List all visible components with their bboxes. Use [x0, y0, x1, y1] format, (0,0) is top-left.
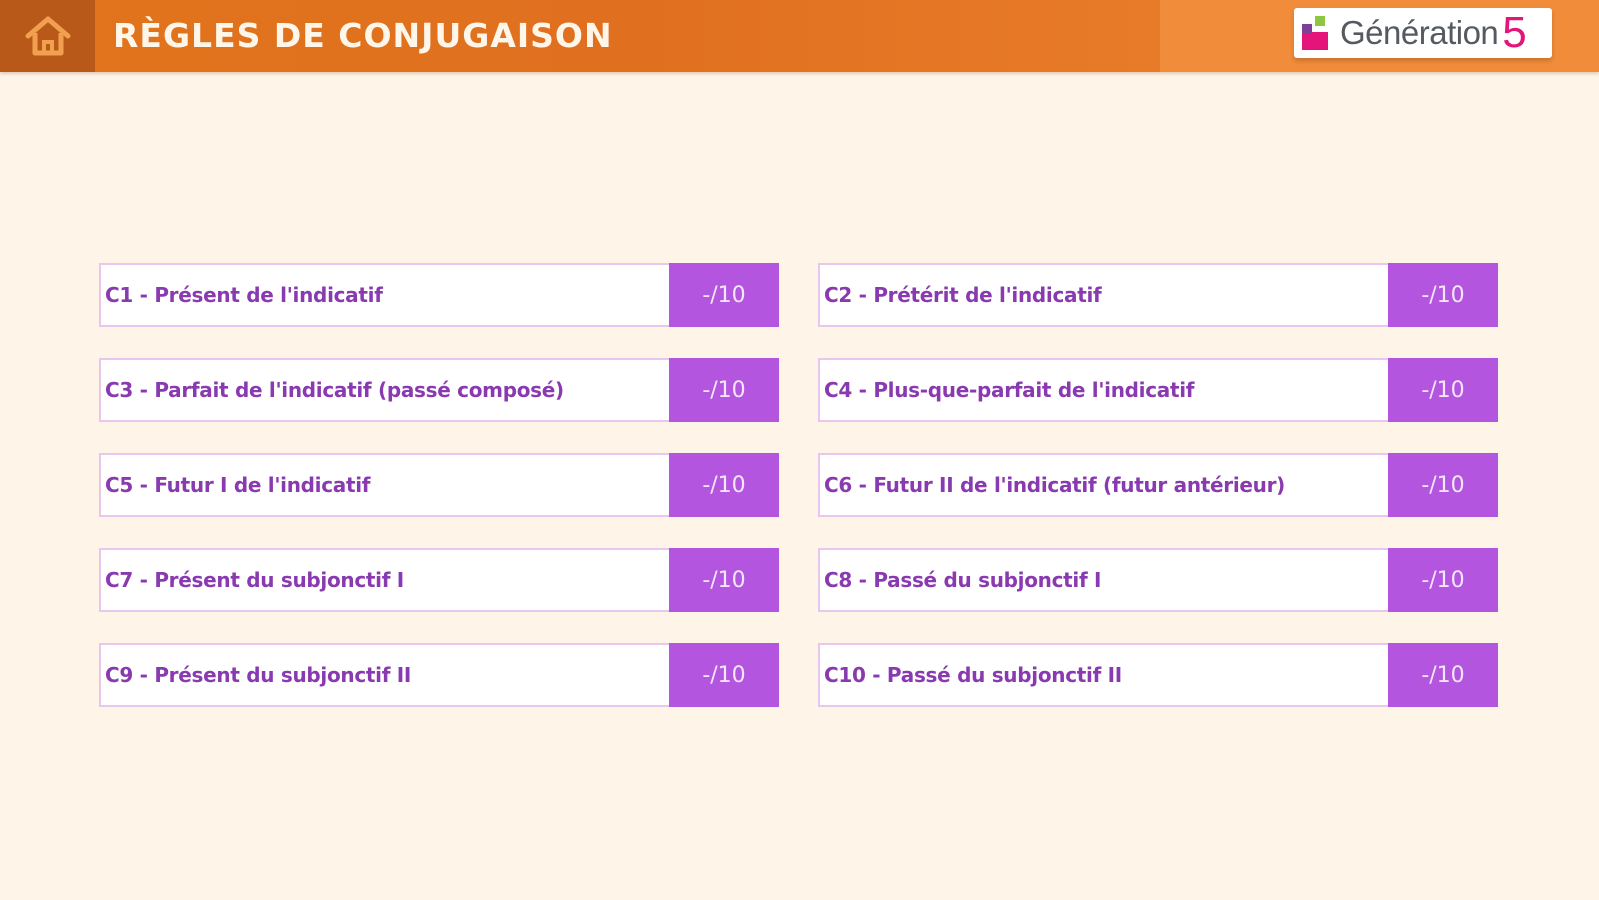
score-badge: -/10 [1388, 358, 1498, 422]
rule-item-c8[interactable]: C8 - Passé du subjonctif I -/10 [818, 548, 1498, 612]
rule-label: C9 - Présent du subjonctif II [105, 663, 412, 687]
score-badge: -/10 [1388, 453, 1498, 517]
rule-item-c9[interactable]: C9 - Présent du subjonctif II -/10 [99, 643, 779, 707]
score-badge: -/10 [1388, 548, 1498, 612]
rule-item-c4[interactable]: C4 - Plus-que-parfait de l'indicatif -/1… [818, 358, 1498, 422]
score-badge: -/10 [1388, 263, 1498, 327]
rule-label: C8 - Passé du subjonctif I [824, 568, 1102, 592]
rule-label: C4 - Plus-que-parfait de l'indicatif [824, 378, 1195, 402]
rule-label: C5 - Futur I de l'indicatif [105, 473, 371, 497]
score-badge: -/10 [669, 643, 779, 707]
rule-label: C7 - Présent du subjonctif I [105, 568, 404, 592]
score-badge: -/10 [669, 358, 779, 422]
home-button[interactable] [0, 0, 95, 72]
score-badge: -/10 [669, 453, 779, 517]
rule-item-c5[interactable]: C5 - Futur I de l'indicatif -/10 [99, 453, 779, 517]
rule-item-c1[interactable]: C1 - Présent de l'indicatif -/10 [99, 263, 779, 327]
page-title: RÈGLES DE CONJUGAISON [113, 16, 613, 55]
rule-item-c10[interactable]: C10 - Passé du subjonctif II -/10 [818, 643, 1498, 707]
rule-label: C3 - Parfait de l'indicatif (passé compo… [105, 378, 564, 402]
logo-text: Génération [1340, 14, 1499, 51]
rule-label: C10 - Passé du subjonctif II [824, 663, 1122, 687]
generation5-logo: Génération 5 [1294, 8, 1552, 58]
home-icon [25, 16, 70, 56]
score-badge: -/10 [1388, 643, 1498, 707]
rule-item-c6[interactable]: C6 - Futur II de l'indicatif (futur anté… [818, 453, 1498, 517]
rule-label: C2 - Prétérit de l'indicatif [824, 283, 1102, 307]
rule-item-c3[interactable]: C3 - Parfait de l'indicatif (passé compo… [99, 358, 779, 422]
rule-item-c2[interactable]: C2 - Prétérit de l'indicatif -/10 [818, 263, 1498, 327]
score-badge: -/10 [669, 263, 779, 327]
rule-item-c7[interactable]: C7 - Présent du subjonctif I -/10 [99, 548, 779, 612]
rule-label: C6 - Futur II de l'indicatif (futur anté… [824, 473, 1286, 497]
rule-label: C1 - Présent de l'indicatif [105, 283, 383, 307]
score-badge: -/10 [669, 548, 779, 612]
logo-number: 5 [1502, 8, 1527, 57]
logo-mark-icon [1302, 14, 1336, 52]
header-bar: RÈGLES DE CONJUGAISON Génération 5 [0, 0, 1599, 72]
